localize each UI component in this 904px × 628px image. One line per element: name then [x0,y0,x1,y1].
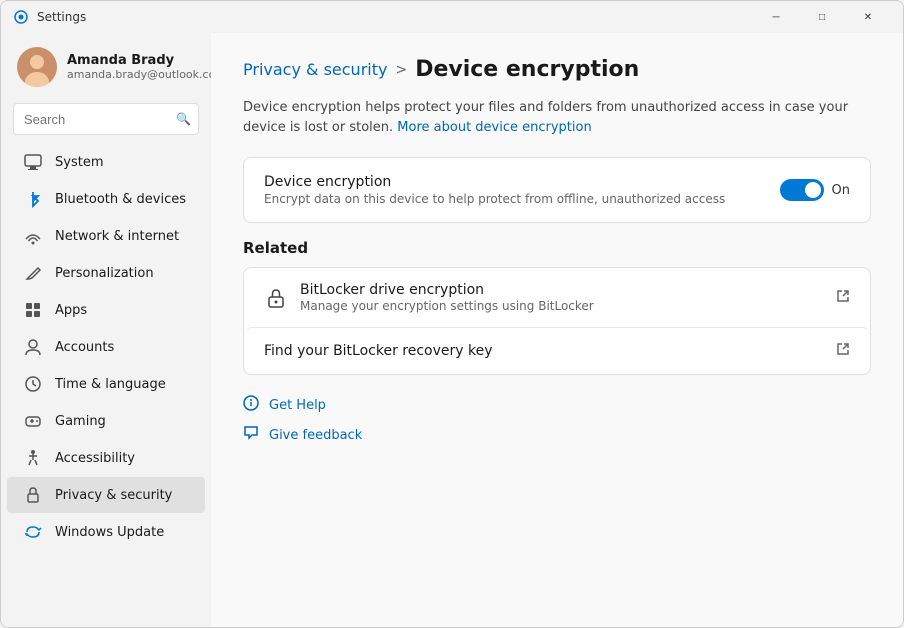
sidebar-item-personalization[interactable]: Personalization [7,255,205,291]
window-title: Settings [37,10,86,24]
bitlocker-left: BitLocker drive encryption Manage your e… [264,282,594,313]
recovery-key-external-icon [836,342,850,360]
bluetooth-icon [23,189,43,209]
give-feedback-icon [243,425,259,445]
sidebar-item-gaming[interactable]: Gaming [7,403,205,439]
description-link[interactable]: More about device encryption [397,120,591,135]
sidebar-item-label-update: Windows Update [55,525,189,540]
maximize-button[interactable]: □ [799,1,845,33]
bitlocker-text: BitLocker drive encryption Manage your e… [300,282,594,313]
give-feedback-label: Give feedback [269,428,362,443]
get-help-icon [243,395,259,415]
user-email: amanda.brady@outlook.com [67,68,211,81]
sidebar-item-label-apps: Apps [55,303,189,318]
breadcrumb-separator: > [395,62,407,78]
sidebar-item-network[interactable]: Network & internet [7,218,205,254]
toggle-wrap: On [780,179,850,201]
help-section: Get Help Give feedback [243,395,871,445]
window-controls: ─ □ ✕ [753,1,891,33]
sidebar-item-accessibility[interactable]: Accessibility [7,440,205,476]
breadcrumb-current: Device encryption [415,57,639,82]
sidebar-item-label-time: Time & language [55,377,189,392]
gaming-icon [23,411,43,431]
titlebar-left: Settings [13,9,86,25]
sidebar-item-label-gaming: Gaming [55,414,189,429]
apps-icon [23,300,43,320]
minimize-button[interactable]: ─ [753,1,799,33]
sidebar-item-label-system: System [55,155,189,170]
close-button[interactable]: ✕ [845,1,891,33]
breadcrumb: Privacy & security > Device encryption [243,57,871,82]
breadcrumb-parent[interactable]: Privacy & security [243,60,387,79]
network-icon [23,226,43,246]
sidebar-item-label-privacy: Privacy & security [55,488,189,503]
page-description: Device encryption helps protect your fil… [243,98,871,137]
search-box: 🔍 [13,103,199,135]
update-icon [23,522,43,542]
recovery-key-title: Find your BitLocker recovery key [264,343,493,359]
user-profile[interactable]: Amanda Brady amanda.brady@outlook.com [1,33,211,99]
get-help-link[interactable]: Get Help [243,395,871,415]
recovery-key-left: Find your BitLocker recovery key [264,343,493,359]
sidebar-item-label-accounts: Accounts [55,340,189,355]
bitlocker-icon [264,286,288,310]
nav-list: System Bluetooth & devices Network & int… [1,143,211,551]
system-icon [23,152,43,172]
give-feedback-link[interactable]: Give feedback [243,425,871,445]
bitlocker-external-icon [836,289,850,307]
personalization-icon [23,263,43,283]
user-name: Amanda Brady [67,53,211,68]
sidebar-item-time[interactable]: Time & language [7,366,205,402]
sidebar: Amanda Brady amanda.brady@outlook.com 🔍 … [1,33,211,627]
recovery-key-row[interactable]: Find your BitLocker recovery key [244,327,870,374]
avatar-image [17,47,57,87]
titlebar: Settings ─ □ ✕ [1,1,903,33]
sidebar-item-label-bluetooth: Bluetooth & devices [55,192,189,207]
sidebar-item-accounts[interactable]: Accounts [7,329,205,365]
get-help-label: Get Help [269,398,326,413]
bitlocker-desc: Manage your encryption settings using Bi… [300,299,594,313]
device-encryption-title: Device encryption [264,174,780,190]
avatar [17,47,57,87]
sidebar-item-system[interactable]: System [7,144,205,180]
device-encryption-info: Device encryption Encrypt data on this d… [264,174,780,206]
settings-logo-icon [13,9,29,25]
accessibility-icon [23,448,43,468]
user-info: Amanda Brady amanda.brady@outlook.com [67,53,211,81]
time-icon [23,374,43,394]
search-input[interactable] [13,103,199,135]
related-card: BitLocker drive encryption Manage your e… [243,267,871,375]
encryption-toggle[interactable] [780,179,824,201]
sidebar-item-bluetooth[interactable]: Bluetooth & devices [7,181,205,217]
sidebar-item-update[interactable]: Windows Update [7,514,205,550]
related-title: Related [243,239,871,257]
settings-window: Settings ─ □ ✕ Amanda Brady [0,0,904,628]
toggle-label: On [832,183,850,198]
device-encryption-desc: Encrypt data on this device to help prot… [264,192,780,206]
search-icon: 🔍 [176,112,191,126]
sidebar-item-label-personalization: Personalization [55,266,189,281]
device-encryption-row: Device encryption Encrypt data on this d… [244,158,870,222]
device-encryption-card: Device encryption Encrypt data on this d… [243,157,871,223]
sidebar-item-label-accessibility: Accessibility [55,451,189,466]
sidebar-item-privacy[interactable]: Privacy & security [7,477,205,513]
main-content: Privacy & security > Device encryption D… [211,33,903,627]
toggle-knob [805,182,821,198]
bitlocker-row[interactable]: BitLocker drive encryption Manage your e… [244,268,870,327]
privacy-icon [23,485,43,505]
app-body: Amanda Brady amanda.brady@outlook.com 🔍 … [1,33,903,627]
accounts-icon [23,337,43,357]
sidebar-item-label-network: Network & internet [55,229,189,244]
related-section: Related BitLocker drive encryption Manag… [243,239,871,375]
sidebar-item-apps[interactable]: Apps [7,292,205,328]
bitlocker-title: BitLocker drive encryption [300,282,594,298]
